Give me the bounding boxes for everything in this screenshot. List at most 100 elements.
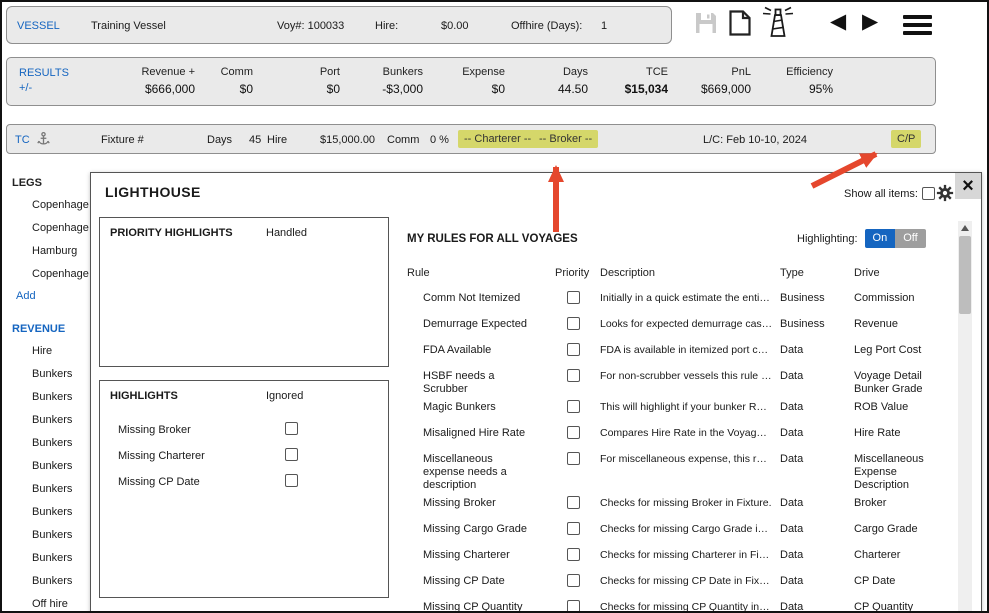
cp-button[interactable]: C/P: [891, 130, 921, 148]
show-all-items-checkbox[interactable]: [922, 187, 935, 200]
rule-name: FDA Available: [407, 339, 549, 357]
rule-description: Checks for missing CP Quantity in…: [593, 596, 773, 613]
charterer-placeholder[interactable]: -- Charterer --: [458, 130, 537, 148]
highlight-label[interactable]: Missing Broker: [118, 424, 191, 436]
rule-drive: Cargo Grade: [847, 518, 947, 536]
fixture-number-label: Fixture #: [101, 134, 144, 146]
rule-row[interactable]: Missing Charterer Checks for missing Cha…: [407, 544, 947, 570]
highlights-list: Missing Broker Missing Charterer Missing…: [100, 419, 388, 497]
rule-description: Checks for missing Cargo Grade i…: [593, 518, 773, 536]
tc-days-value[interactable]: 45: [249, 134, 261, 146]
rule-priority-checkbox[interactable]: [567, 426, 580, 439]
rule-row[interactable]: Miscellaneous expense needs a descriptio…: [407, 448, 947, 492]
highlight-label[interactable]: Missing CP Date: [118, 476, 200, 488]
rule-priority-checkbox[interactable]: [567, 496, 580, 509]
rule-row[interactable]: Misaligned Hire Rate Compares Hire Rate …: [407, 422, 947, 448]
hire-label: Hire:: [375, 20, 398, 32]
results-column-label: Bunkers: [340, 66, 423, 78]
results-column-value: $0: [423, 82, 505, 96]
results-column: PnL $669,000: [668, 58, 751, 105]
results-column-label: Efficiency: [751, 66, 833, 78]
prev-arrow-button[interactable]: ◀: [830, 10, 846, 34]
rule-description: Looks for expected demurrage cas…: [593, 313, 773, 331]
results-label[interactable]: RESULTS +/-: [7, 58, 107, 105]
highlight-row: Missing Charterer: [100, 445, 388, 471]
highlighting-off-button[interactable]: Off: [895, 229, 925, 248]
rule-type: Data: [773, 492, 847, 510]
rule-priority-checkbox[interactable]: [567, 369, 580, 382]
scroll-up-icon[interactable]: [961, 225, 969, 231]
results-column-value: $666,000: [107, 82, 195, 96]
tc-comm-value[interactable]: 0 %: [430, 134, 449, 146]
results-column-value: $669,000: [668, 82, 751, 96]
tc-comm-label: Comm: [387, 134, 419, 146]
show-all-items-label: Show all items:: [844, 188, 918, 200]
tc-label[interactable]: TC: [15, 134, 30, 146]
rule-row[interactable]: Magic Bunkers This will highlight if you…: [407, 396, 947, 422]
dialog-title: LIGHTHOUSE: [105, 184, 201, 200]
broker-placeholder[interactable]: -- Broker --: [533, 130, 598, 148]
rule-description: For miscellaneous expense, this r…: [593, 448, 773, 466]
rule-row[interactable]: Missing CP Quantity Checks for missing C…: [407, 596, 947, 613]
rule-row[interactable]: Missing CP Date Checks for missing CP Da…: [407, 570, 947, 596]
app-window: VESSEL Training Vessel Voy#: 100033 Hire…: [0, 0, 989, 613]
rule-priority-checkbox[interactable]: [567, 548, 580, 561]
rule-name: Demurrage Expected: [407, 313, 549, 331]
menu-icon[interactable]: [903, 15, 932, 39]
rule-name: Miscellaneous expense needs a descriptio…: [407, 448, 549, 492]
highlight-label[interactable]: Missing Charterer: [118, 450, 205, 462]
scrollbar-thumb[interactable]: [959, 236, 971, 314]
rules-scrollbar[interactable]: [958, 221, 972, 613]
rule-priority-checkbox[interactable]: [567, 400, 580, 413]
rule-priority-checkbox[interactable]: [567, 291, 580, 304]
tc-hire-rate-value[interactable]: $15,000.00: [320, 134, 375, 146]
rule-priority-checkbox[interactable]: [567, 522, 580, 535]
rule-type: Business: [773, 313, 847, 331]
rule-type: Data: [773, 365, 847, 383]
new-document-icon[interactable]: [729, 10, 751, 36]
rule-priority-checkbox[interactable]: [567, 600, 580, 613]
rule-row[interactable]: Demurrage Expected Looks for expected de…: [407, 313, 947, 339]
rule-row[interactable]: Comm Not Itemized Initially in a quick e…: [407, 287, 947, 313]
results-column-value: $0: [195, 82, 253, 96]
rule-name: Comm Not Itemized: [407, 287, 549, 305]
rule-row[interactable]: FDA Available FDA is available in itemiz…: [407, 339, 947, 365]
next-arrow-button[interactable]: ▶: [862, 10, 878, 34]
header-description: Description: [593, 267, 773, 279]
highlighting-on-button[interactable]: On: [865, 229, 896, 248]
laycan-dates[interactable]: L/C: Feb 10-10, 2024: [703, 134, 807, 146]
results-bar: RESULTS +/- Revenue + $666,000 Comm $0 P…: [6, 57, 936, 106]
hire-value: $0.00: [441, 20, 469, 32]
highlight-ignored-checkbox[interactable]: [285, 474, 298, 487]
highlight-ignored-checkbox[interactable]: [285, 448, 298, 461]
results-column: Efficiency 95%: [751, 58, 833, 105]
highlighting-toggle: On Off: [865, 229, 926, 248]
results-column: Bunkers -$3,000: [340, 58, 423, 105]
rule-drive: Voyage Detail Bunker Grade: [847, 365, 947, 396]
tc-fixture-bar: TC Fixture # Days 45 Hire $15,000.00 Com…: [6, 124, 936, 154]
vessel-label[interactable]: VESSEL: [17, 20, 60, 32]
rule-priority-checkbox[interactable]: [567, 574, 580, 587]
results-column-label: Days: [505, 66, 588, 78]
rule-row[interactable]: Missing Cargo Grade Checks for missing C…: [407, 518, 947, 544]
rule-drive: CP Date: [847, 570, 947, 588]
rule-type: Data: [773, 570, 847, 588]
close-icon[interactable]: ×: [955, 173, 981, 199]
rule-priority-checkbox[interactable]: [567, 452, 580, 465]
rule-priority-checkbox[interactable]: [567, 343, 580, 356]
rule-description: Checks for missing CP Date in Fix…: [593, 570, 773, 588]
results-column-label: Port: [253, 66, 340, 78]
highlight-ignored-checkbox[interactable]: [285, 422, 298, 435]
header-rule: Rule: [407, 267, 549, 279]
ignored-column-label: Ignored: [266, 390, 303, 402]
tc-days-label: Days: [207, 134, 232, 146]
tc-hire-label: Hire: [267, 134, 287, 146]
save-icon[interactable]: [694, 11, 718, 35]
rule-row[interactable]: Missing Broker Checks for missing Broker…: [407, 492, 947, 518]
rule-priority-checkbox[interactable]: [567, 317, 580, 330]
rule-drive: Leg Port Cost: [847, 339, 947, 357]
rule-description: FDA is available in itemized port c…: [593, 339, 773, 357]
rule-row[interactable]: HSBF needs a Scrubber For non-scrubber v…: [407, 365, 947, 396]
lighthouse-icon[interactable]: [760, 5, 796, 41]
gear-icon[interactable]: [936, 184, 954, 205]
